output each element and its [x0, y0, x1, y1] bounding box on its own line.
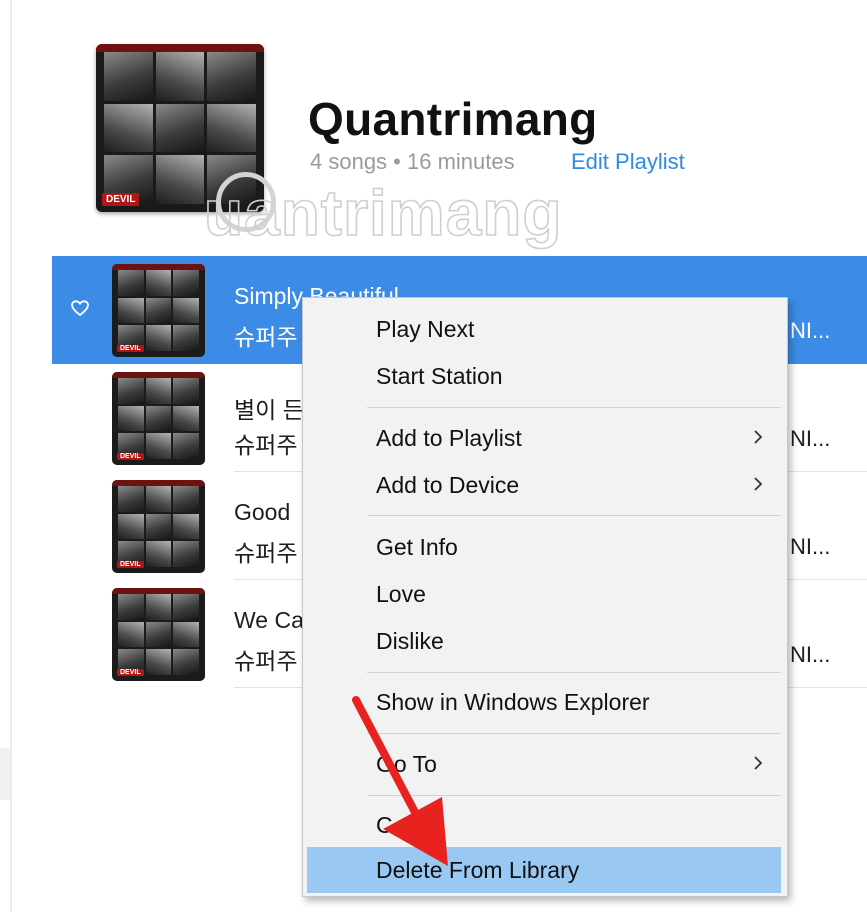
song-artist: 슈퍼주	[234, 324, 298, 350]
menu-separator	[367, 407, 781, 408]
chevron-right-icon	[754, 756, 763, 770]
menu-item-play-next[interactable]: Play Next	[307, 306, 781, 352]
menu-item-add-to-device[interactable]: Add to Device	[307, 462, 781, 508]
window-edge-handle	[0, 748, 10, 800]
song-album-art: DEVIL	[112, 264, 205, 357]
song-album-art: DEVIL	[112, 480, 205, 573]
menu-item-c[interactable]: C	[307, 802, 781, 848]
song-artist: 슈퍼주	[234, 540, 298, 566]
chevron-right-icon	[754, 430, 763, 444]
menu-item-go-to[interactable]: Go To	[307, 741, 781, 787]
song-artist: 슈퍼주	[234, 432, 298, 458]
menu-item-add-to-playlist[interactable]: Add to Playlist	[307, 415, 781, 461]
menu-separator	[367, 733, 781, 734]
song-title: We Ca	[234, 607, 304, 633]
menu-separator	[367, 795, 781, 796]
song-context-menu: Play Next Start Station Add to Playlist …	[302, 297, 788, 897]
menu-item-dislike[interactable]: Dislike	[307, 618, 781, 664]
menu-separator	[367, 672, 781, 673]
playlist-meta: 4 songs • 16 minutes	[310, 149, 515, 174]
song-title: Good	[234, 499, 291, 525]
chevron-right-icon	[754, 477, 763, 491]
menu-item-start-station[interactable]: Start Station	[307, 353, 781, 399]
menu-item-delete-from-library[interactable]: Delete From Library	[307, 847, 781, 893]
watermark-text: uantrimang	[203, 176, 563, 250]
heart-icon[interactable]	[70, 298, 90, 318]
song-album: NI...	[790, 534, 831, 559]
window-left-border	[10, 0, 12, 912]
song-album: NI...	[790, 642, 831, 667]
menu-separator	[367, 515, 781, 516]
album-art-band	[96, 44, 264, 52]
menu-item-show-in-explorer[interactable]: Show in Windows Explorer	[307, 679, 781, 725]
album-art-tag: DEVIL	[102, 193, 140, 206]
song-album-art: DEVIL	[112, 372, 205, 465]
edit-playlist-link[interactable]: Edit Playlist	[571, 149, 685, 175]
menu-item-get-info[interactable]: Get Info	[307, 524, 781, 570]
song-title: 별이 든	[234, 397, 304, 423]
song-album: NI...	[790, 318, 831, 343]
song-album-art: DEVIL	[112, 588, 205, 681]
song-artist: 슈퍼주	[234, 648, 298, 674]
song-album: NI...	[790, 426, 831, 451]
menu-item-love[interactable]: Love	[307, 571, 781, 617]
playlist-title: Quantrimang	[308, 93, 598, 145]
